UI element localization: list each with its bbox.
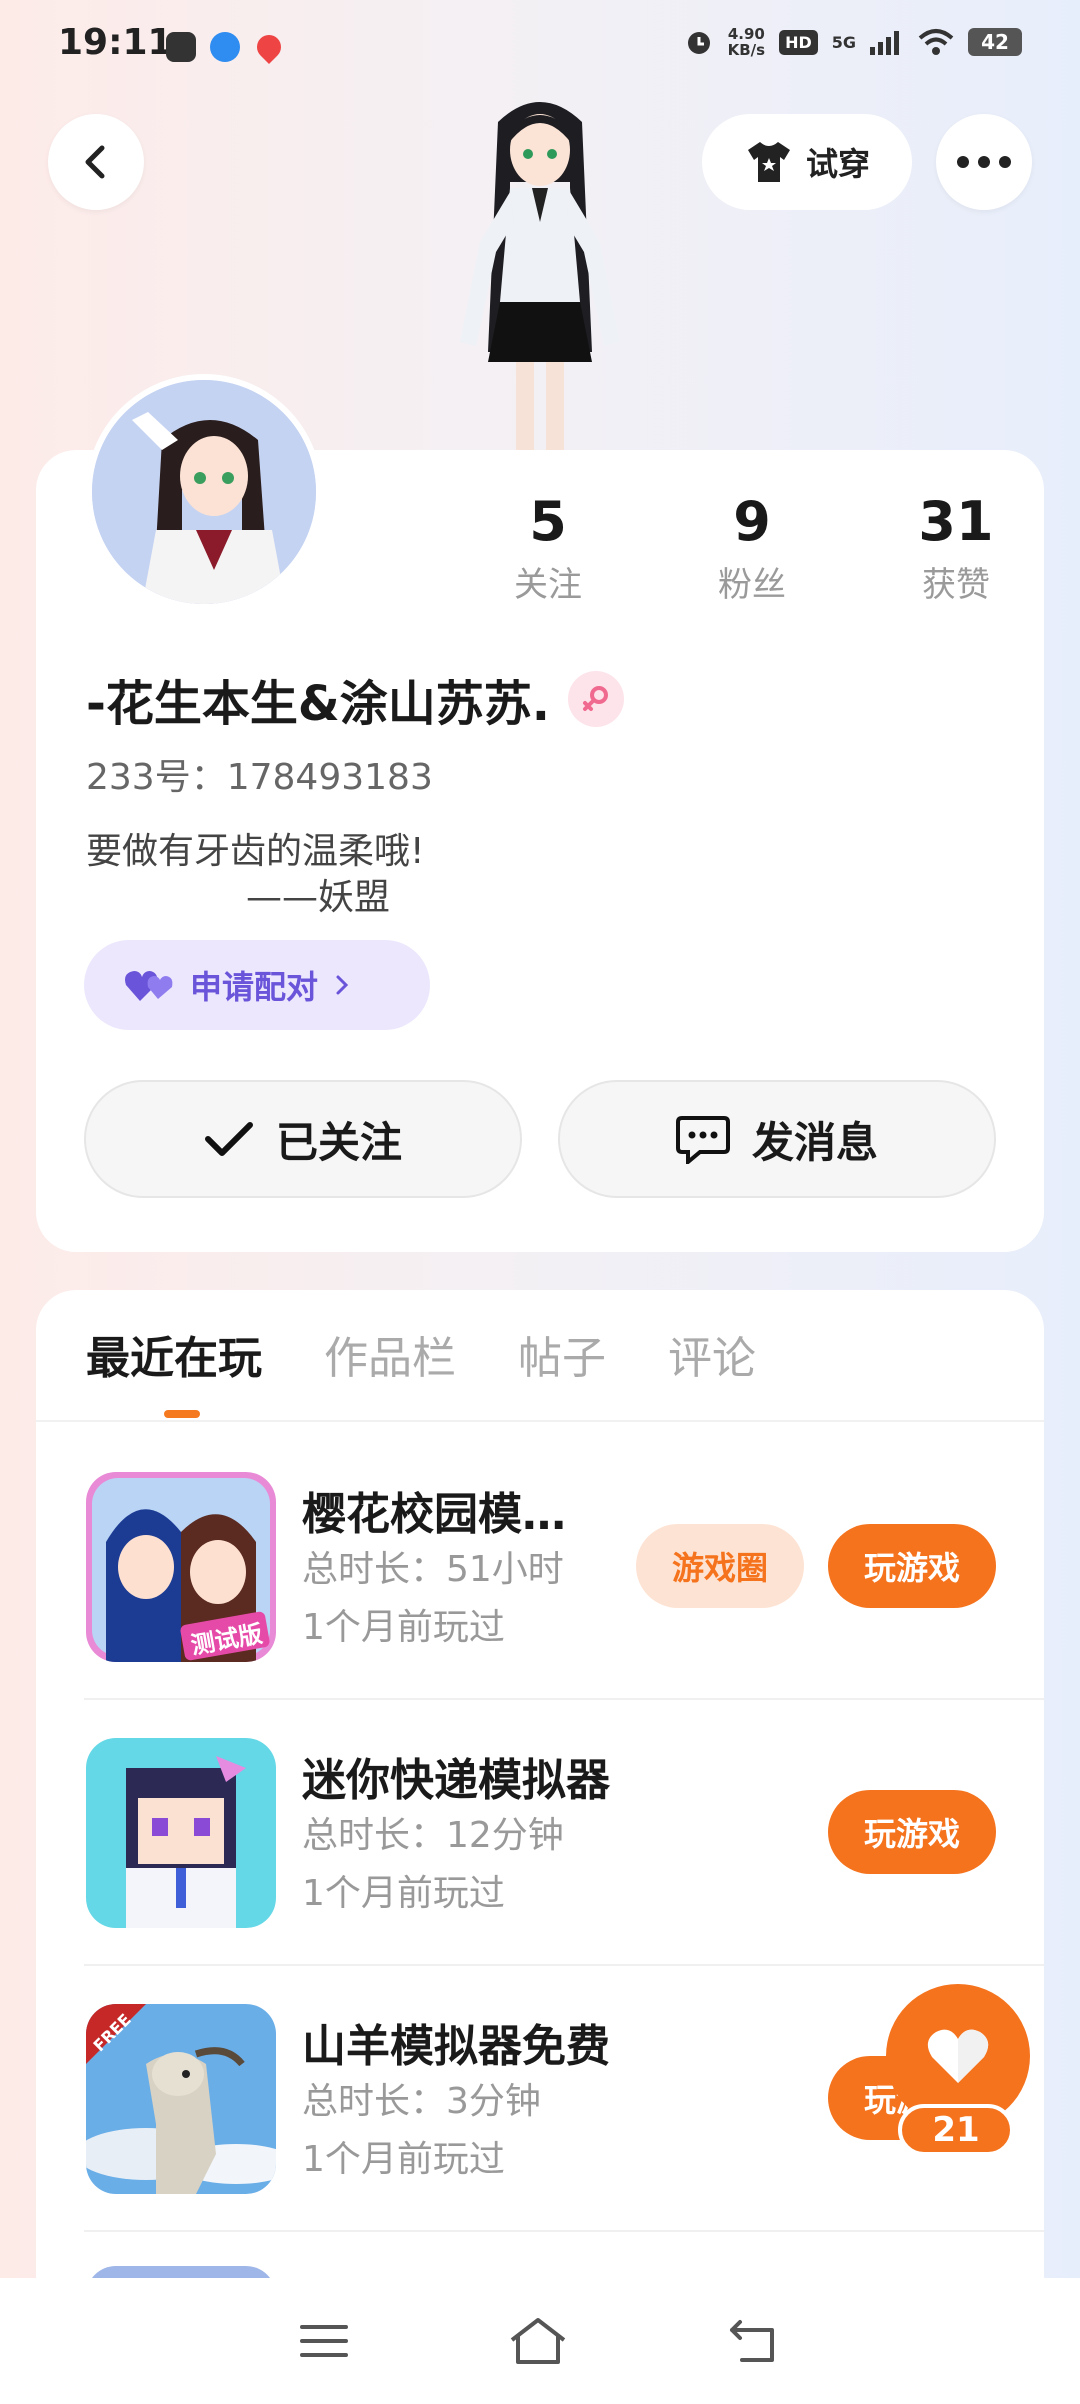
stat-label: 关注 bbox=[514, 565, 582, 605]
game-icon-goat-simulator: FREE bbox=[86, 2004, 276, 2194]
heart-icon bbox=[927, 2029, 989, 2083]
system-status-icons: 4.90 KB/s HD 5G 42 bbox=[684, 26, 1022, 58]
hd-badge: HD bbox=[779, 29, 818, 55]
tshirt-icon bbox=[747, 142, 790, 182]
play-game-button[interactable]: 玩游戏 bbox=[828, 1790, 996, 1874]
game-icon-sakura-school: 测试版 bbox=[86, 1472, 276, 1662]
stat-value: 5 bbox=[529, 490, 567, 553]
send-message-button[interactable]: 发消息 bbox=[558, 1080, 996, 1198]
app-notification-icon bbox=[166, 32, 196, 62]
game-duration: 总时长：51小时 bbox=[302, 1549, 564, 1590]
message-label: 发消息 bbox=[751, 1117, 878, 1167]
more-dots-icon bbox=[957, 156, 1011, 168]
stat-followers[interactable]: 9 粉丝 bbox=[650, 490, 854, 606]
status-bar: 19:11 4.90 KB/s HD 5G 42 bbox=[0, 0, 1080, 96]
alarm-icon bbox=[687, 32, 710, 54]
game-circle-button[interactable]: 游戏圈 bbox=[636, 1524, 804, 1608]
pair-label: 申请配对 bbox=[190, 968, 319, 1006]
notification-icons bbox=[166, 30, 286, 64]
chat-bubble-icon bbox=[675, 1116, 730, 1164]
browser-notification-icon bbox=[210, 32, 240, 62]
user-nickname: -花生本生&涂山苏苏. bbox=[86, 664, 625, 734]
game-last-played: 1个月前玩过 bbox=[302, 1607, 505, 1648]
checkmark-icon bbox=[204, 1122, 253, 1156]
back-nav-icon[interactable] bbox=[728, 2318, 780, 2364]
back-button[interactable] bbox=[48, 114, 144, 210]
avatar-character-illustration[interactable] bbox=[420, 92, 660, 452]
nickname-text: -花生本生&涂山苏苏. bbox=[86, 676, 551, 732]
game-title: 樱花校园模… bbox=[302, 1489, 566, 1540]
user-bio-line1: 要做有牙齿的温柔哦! bbox=[86, 831, 425, 872]
signal-icon bbox=[870, 31, 899, 55]
game-title: 迷你快递模拟器 bbox=[302, 1755, 610, 1806]
stat-value: 31 bbox=[918, 490, 994, 553]
location-notification-icon bbox=[252, 30, 286, 64]
stat-likes[interactable]: 31 获赞 bbox=[854, 490, 1058, 606]
stat-label: 获赞 bbox=[922, 565, 990, 605]
game-duration: 总时长：3分钟 bbox=[302, 2081, 541, 2122]
stat-following[interactable]: 5 关注 bbox=[446, 490, 650, 606]
stat-value: 9 bbox=[733, 490, 771, 553]
user-bio-line2: ——妖盟 bbox=[246, 877, 391, 918]
like-count-badge: 21 bbox=[898, 2104, 1014, 2156]
user-avatar[interactable] bbox=[86, 374, 322, 610]
game-list-item[interactable]: 迷你快递模拟器 总时长：12分钟 1个月前玩过 玩游戏 bbox=[86, 1680, 1044, 1946]
stat-label: 粉丝 bbox=[718, 565, 786, 605]
game-duration: 总时长：12分钟 bbox=[302, 1815, 564, 1856]
menu-icon[interactable] bbox=[300, 2321, 348, 2361]
chevron-left-icon bbox=[85, 145, 105, 179]
system-navigation-bar bbox=[0, 2278, 1080, 2404]
followed-button[interactable]: 已关注 bbox=[84, 1080, 522, 1198]
profile-tabs: 最近在玩 作品栏 帖子 评论 bbox=[86, 1322, 756, 1386]
game-icon-mini-courier bbox=[86, 1738, 276, 1928]
game-list-item[interactable]: 测试版 樱花校园模… 总时长：51小时 1个月前玩过 游戏圈 玩游戏 bbox=[86, 1414, 1044, 1680]
followed-label: 已关注 bbox=[275, 1117, 402, 1167]
row-divider bbox=[84, 2230, 1044, 2232]
play-game-button[interactable]: 玩游戏 bbox=[828, 1524, 996, 1608]
profile-stats: 5 关注 9 粉丝 31 获赞 bbox=[446, 490, 1058, 606]
game-title: 山羊模拟器免费 bbox=[302, 2021, 610, 2072]
wifi-icon bbox=[918, 29, 954, 55]
network-type: 5G bbox=[831, 32, 856, 52]
battery-indicator: 42 bbox=[968, 28, 1022, 56]
game-last-played: 1个月前玩过 bbox=[302, 1873, 505, 1914]
home-icon[interactable] bbox=[508, 2316, 568, 2366]
female-gender-icon bbox=[568, 671, 625, 727]
game-last-played: 1个月前玩过 bbox=[302, 2139, 505, 2180]
network-speed: 4.90 KB/s bbox=[727, 25, 766, 59]
tab-recently-played[interactable]: 最近在玩 bbox=[86, 1322, 262, 1386]
tab-posts[interactable]: 帖子 bbox=[518, 1322, 606, 1386]
more-options-button[interactable] bbox=[936, 114, 1032, 210]
tab-comments[interactable]: 评论 bbox=[668, 1322, 756, 1386]
tab-works[interactable]: 作品栏 bbox=[324, 1322, 456, 1386]
status-time: 19:11 bbox=[58, 22, 173, 63]
chevron-right-icon bbox=[336, 975, 349, 995]
double-heart-icon bbox=[125, 971, 173, 1001]
try-on-label: 试穿 bbox=[805, 145, 870, 183]
user-id: 233号：178493183 bbox=[86, 757, 433, 798]
try-on-button[interactable]: 试穿 bbox=[702, 114, 912, 210]
request-pairing-button[interactable]: 申请配对 bbox=[84, 940, 430, 1030]
